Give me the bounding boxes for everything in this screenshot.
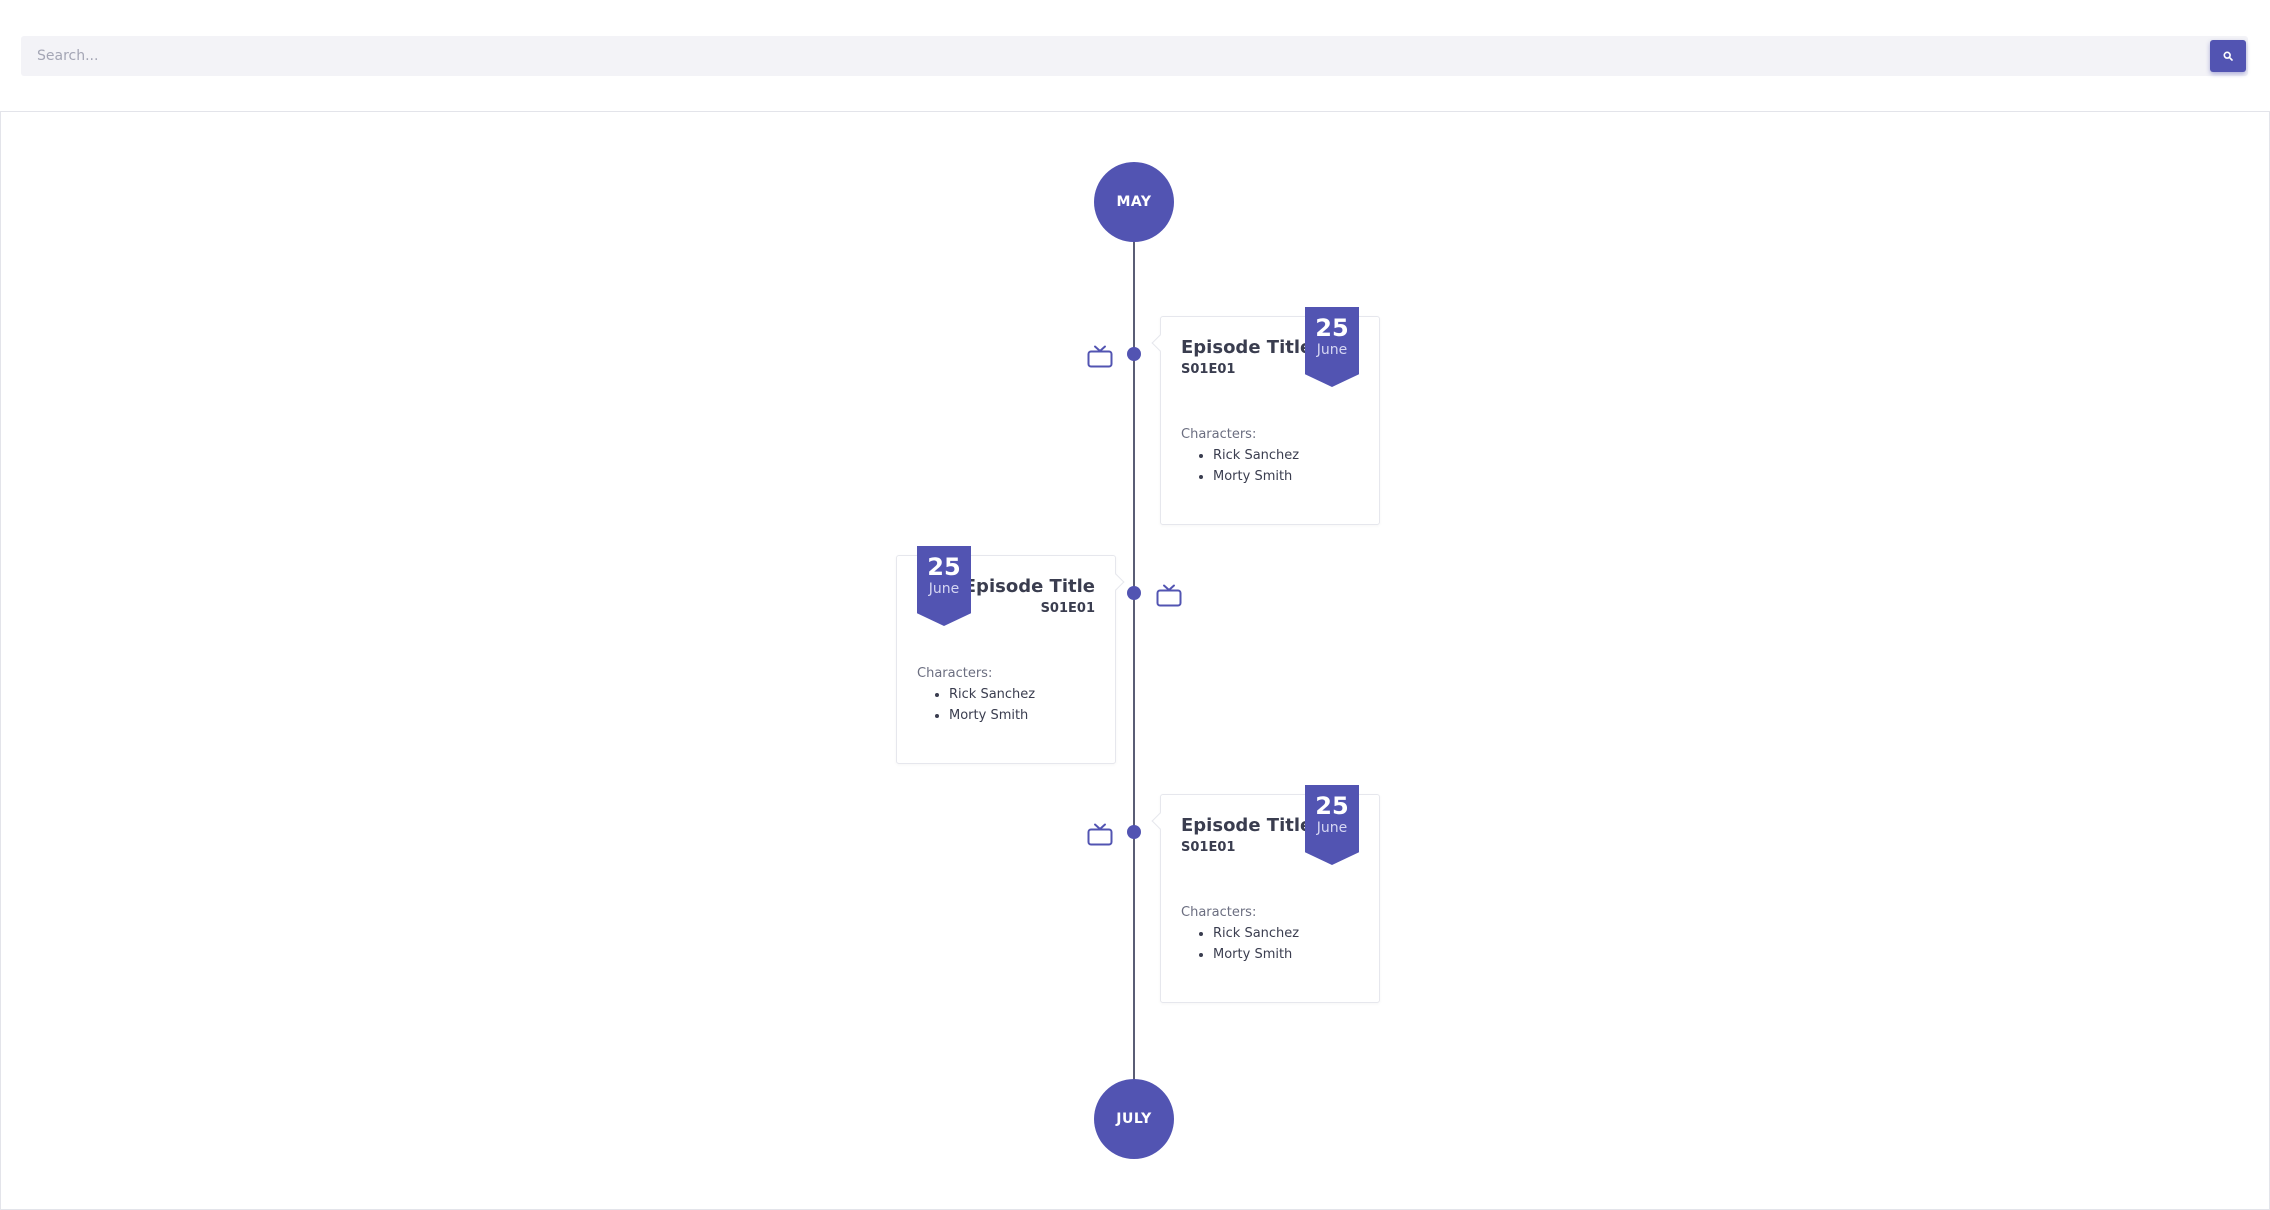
search-header: [0, 0, 2270, 112]
date-month: June: [1316, 820, 1348, 836]
episode-code: S01E01: [1181, 840, 1236, 855]
search-icon: [2223, 51, 2233, 61]
episode-card[interactable]: Episode Title S01E01 25 June Characters:…: [1151, 307, 1380, 525]
episode-title: Episode Title: [963, 576, 1095, 597]
episode-title: Episode Title: [1181, 337, 1313, 358]
episode-title: Episode Title: [1181, 815, 1313, 836]
timeline-dot: [1127, 825, 1141, 839]
month-marker-end: JULY: [1094, 1079, 1174, 1159]
character-item: Morty Smith: [1213, 466, 1299, 487]
characters-label: Characters:: [1181, 427, 1257, 442]
tv-icon: [1087, 823, 1113, 846]
characters-list: Rick Sanchez Morty Smith: [917, 684, 1035, 726]
episode-card[interactable]: Episode Title S01E01 25 June Characters:…: [1151, 785, 1380, 1003]
episode-code: S01E01: [1040, 601, 1095, 616]
characters-label: Characters:: [1181, 905, 1257, 920]
date-badge: 25 June: [917, 546, 971, 626]
date-badge: 25 June: [1305, 785, 1359, 865]
characters-label: Characters:: [917, 666, 993, 681]
date-day: 25: [1315, 314, 1349, 342]
tv-icon: [1087, 345, 1113, 368]
episode-code: S01E01: [1181, 362, 1236, 377]
search-button[interactable]: [2210, 40, 2246, 72]
characters-list: Rick Sanchez Morty Smith: [1181, 445, 1299, 487]
date-day: 25: [1315, 792, 1349, 820]
character-item: Rick Sanchez: [1213, 923, 1299, 944]
date-month: June: [928, 581, 960, 597]
date-month: June: [1316, 342, 1348, 358]
timeline-line: [1133, 200, 1135, 1120]
search-input[interactable]: [21, 36, 2211, 76]
month-marker-label: MAY: [1116, 194, 1152, 210]
date-day: 25: [927, 553, 961, 581]
month-marker-label: JULY: [1116, 1111, 1152, 1127]
characters-list: Rick Sanchez Morty Smith: [1181, 923, 1299, 965]
date-badge: 25 June: [1305, 307, 1359, 387]
character-item: Rick Sanchez: [1213, 445, 1299, 466]
timeline-dot: [1127, 347, 1141, 361]
character-item: Rick Sanchez: [949, 684, 1035, 705]
episode-card[interactable]: Episode Title S01E01 25 June Characters:…: [896, 546, 1125, 764]
character-item: Morty Smith: [1213, 944, 1299, 965]
character-item: Morty Smith: [949, 705, 1035, 726]
tv-icon: [1156, 584, 1182, 607]
month-marker-start: MAY: [1094, 162, 1174, 242]
timeline-dot: [1127, 586, 1141, 600]
search-bar: [21, 36, 2248, 76]
